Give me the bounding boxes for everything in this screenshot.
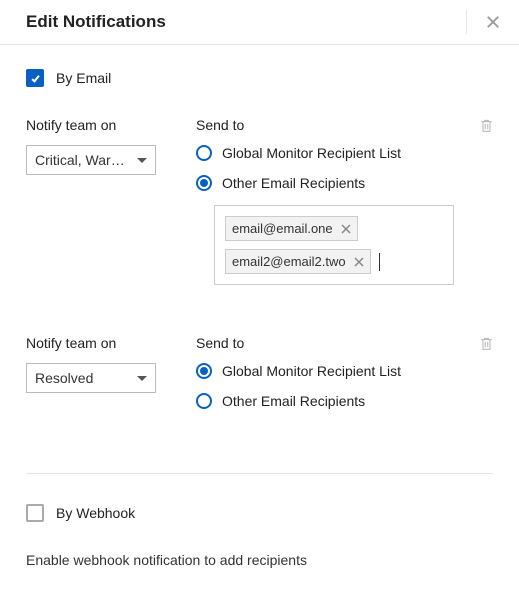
notify-column-2: Notify team on Resolved (26, 335, 156, 393)
remove-email-1-button[interactable] (341, 224, 351, 234)
radio-global-1[interactable]: Global Monitor Recipient List (196, 145, 493, 161)
sendto-column-2: Send to Global Monitor Recipient List Ot… (196, 335, 493, 423)
sendto-column-1: Send to Global Monitor Recipient List Ot… (196, 117, 493, 285)
notify-team-select-1[interactable]: Critical, Warn… (26, 145, 156, 175)
dialog-header: Edit Notifications (0, 0, 519, 45)
radio-global-label-1: Global Monitor Recipient List (222, 145, 401, 161)
section-divider (26, 473, 493, 474)
email-tag-text: email2@email2.two (232, 254, 346, 269)
by-webhook-label: By Webhook (56, 505, 135, 521)
close-icon (484, 13, 502, 31)
radio-other-1[interactable]: Other Email Recipients (196, 175, 493, 191)
send-to-label-1: Send to (196, 117, 493, 133)
radio-other-input-1[interactable] (196, 175, 212, 191)
check-icon (30, 73, 41, 84)
webhook-section: By Webhook Enable webhook notification t… (26, 504, 493, 568)
dialog-content: By Email Notify team on Critical, Warn… … (0, 45, 519, 580)
radio-other-label-1: Other Email Recipients (222, 175, 365, 191)
select-value-2: Resolved (35, 370, 93, 386)
notify-team-label-2: Notify team on (26, 335, 156, 351)
notify-team-label-1: Notify team on (26, 117, 156, 133)
by-email-checkbox[interactable] (26, 69, 44, 87)
dialog-title: Edit Notifications (26, 12, 166, 32)
by-webhook-checkbox[interactable] (26, 504, 44, 522)
email-tag: email@email.one (225, 216, 358, 241)
email-tag-text: email@email.one (232, 221, 333, 236)
notify-block-2: Notify team on Resolved Send to Global M… (26, 335, 493, 423)
x-icon (341, 224, 351, 234)
trash-icon (480, 337, 493, 351)
radio-global-2[interactable]: Global Monitor Recipient List (196, 363, 493, 379)
by-webhook-row: By Webhook (26, 504, 493, 522)
chevron-down-icon (137, 158, 147, 163)
notify-block-1: Notify team on Critical, Warn… Send to G… (26, 117, 493, 285)
radio-global-input-2[interactable] (196, 363, 212, 379)
text-cursor (379, 253, 380, 271)
radio-global-input-1[interactable] (196, 145, 212, 161)
select-value-1: Critical, Warn… (35, 152, 131, 168)
by-email-row: By Email (26, 69, 493, 87)
delete-block-2-button[interactable] (480, 337, 493, 354)
trash-icon (480, 119, 493, 133)
radio-other-2[interactable]: Other Email Recipients (196, 393, 493, 409)
close-button[interactable] (466, 10, 505, 34)
by-email-label: By Email (56, 70, 111, 86)
notify-team-select-2[interactable]: Resolved (26, 363, 156, 393)
radio-other-input-2[interactable] (196, 393, 212, 409)
send-to-label-2: Send to (196, 335, 493, 351)
chevron-down-icon (137, 376, 147, 381)
delete-block-1-button[interactable] (480, 119, 493, 136)
notify-column-1: Notify team on Critical, Warn… (26, 117, 156, 175)
email-recipients-input[interactable]: email@email.one email2@email2.two (214, 205, 454, 285)
remove-email-2-button[interactable] (354, 257, 364, 267)
webhook-helper-text: Enable webhook notification to add recip… (26, 552, 493, 568)
radio-global-label-2: Global Monitor Recipient List (222, 363, 401, 379)
x-icon (354, 257, 364, 267)
email-tag: email2@email2.two (225, 249, 371, 274)
radio-other-label-2: Other Email Recipients (222, 393, 365, 409)
